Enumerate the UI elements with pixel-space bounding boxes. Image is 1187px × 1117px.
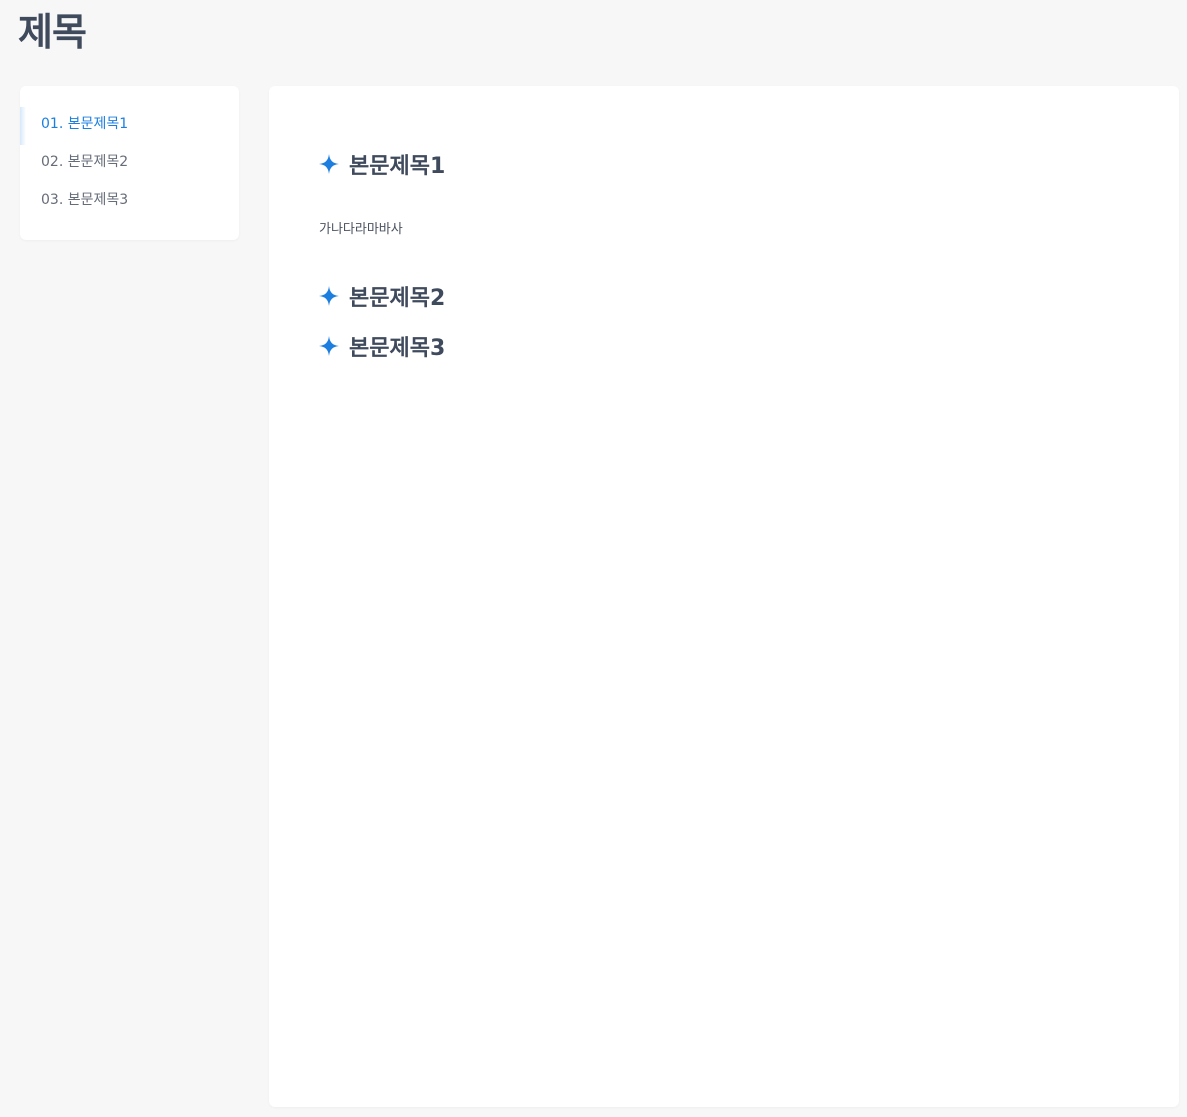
sparkle-star-icon: [318, 285, 340, 307]
toc-item-section-1[interactable]: 01. 본문제목1: [20, 107, 239, 151]
section-heading-2-text: 본문제목2: [349, 286, 446, 311]
page-title: 제목: [18, 10, 87, 54]
toc-item-section-3[interactable]: 03. 본문제목3: [20, 189, 239, 227]
sparkle-star-icon: [318, 153, 340, 175]
section-heading-2: 본문제목2: [318, 280, 445, 312]
section-heading-3-text: 본문제목3: [349, 336, 446, 361]
sparkle-star-icon: [318, 335, 340, 357]
toc-item-section-2[interactable]: 02. 본문제목2: [20, 151, 239, 189]
section-heading-1: 본문제목1: [318, 148, 445, 180]
content-panel: 본문제목1 가나다라마바사 본문제목2 본문제목3: [269, 86, 1179, 1107]
table-of-contents: 01. 본문제목1 02. 본문제목2 03. 본문제목3: [20, 86, 239, 240]
section-body-1: 가나다라마바사: [319, 222, 403, 237]
section-heading-1-text: 본문제목1: [349, 154, 446, 179]
section-heading-3: 본문제목3: [318, 330, 445, 362]
